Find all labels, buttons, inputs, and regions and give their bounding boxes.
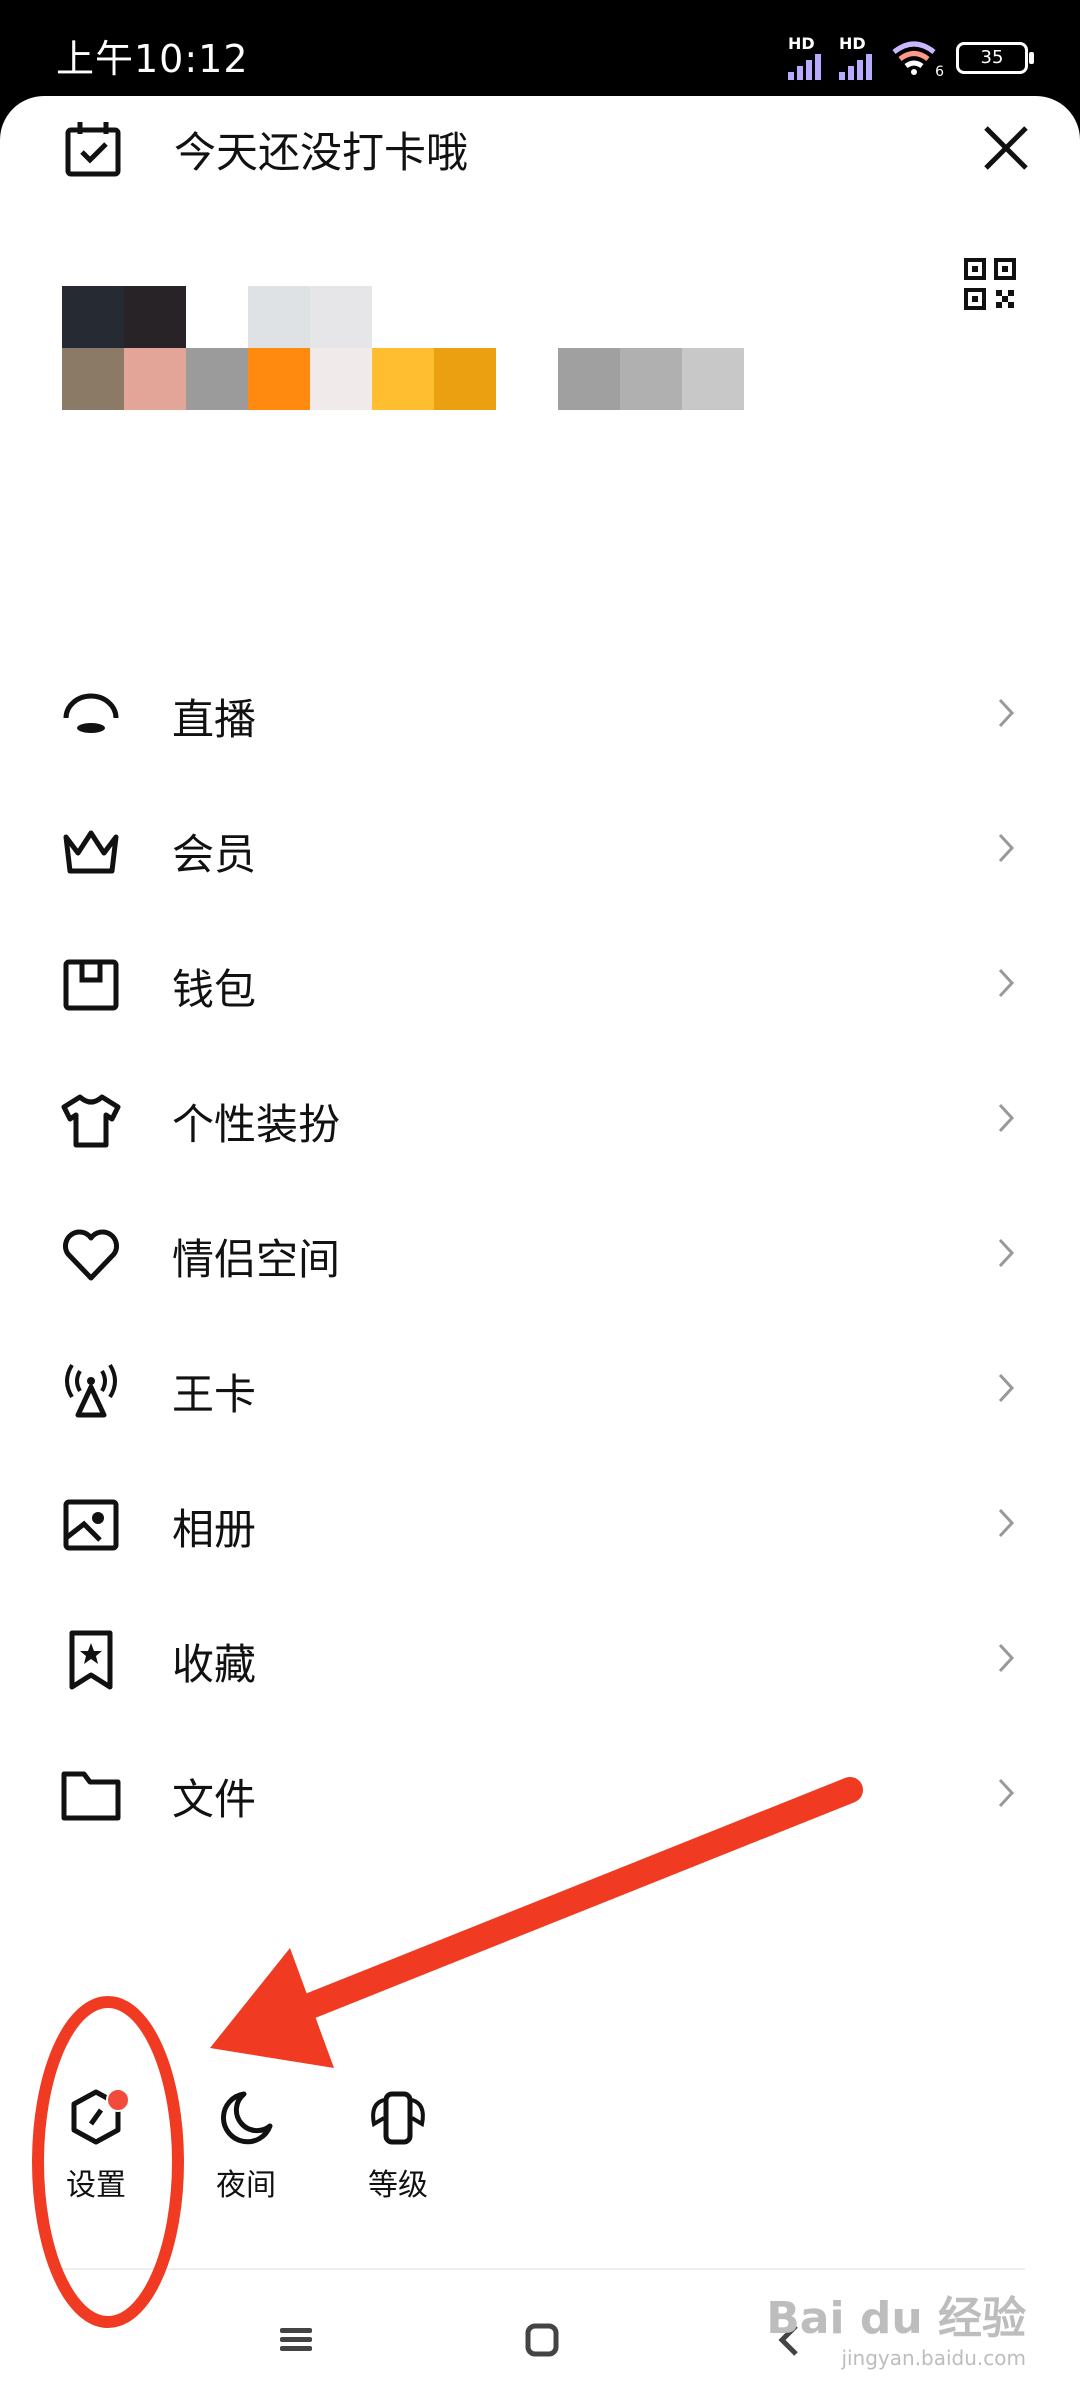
level-label: 等级: [368, 2168, 428, 2203]
wifi-icon: 6: [890, 40, 944, 80]
settings-label: 设置: [66, 2168, 126, 2203]
menu-item-wallet[interactable]: 钱包: [0, 916, 1080, 1051]
watermark-brand: Bai du 经验: [766, 2293, 1026, 2344]
menu-icon[interactable]: [278, 2322, 314, 2358]
menu-label: 文件: [172, 1775, 257, 1824]
drawer-bottom-bar: 设置 夜间 等级: [0, 2086, 1080, 2236]
wallet-icon: [63, 959, 119, 1011]
status-time: 上午10:12: [56, 37, 249, 81]
bookmark-star-icon: [69, 1630, 113, 1690]
divider: [55, 2268, 1025, 2270]
menu-label: 王卡: [172, 1370, 257, 1419]
menu-label: 收藏: [172, 1640, 257, 1689]
battery-icon: 35: [956, 42, 1034, 74]
live-icon: [63, 693, 119, 733]
chevron-right-icon: [998, 1778, 1015, 1808]
crown-icon: [63, 830, 119, 874]
menu-label: 钱包: [172, 965, 257, 1014]
qr-code-icon[interactable]: [964, 258, 1016, 310]
menu-item-album[interactable]: 相册: [0, 1456, 1080, 1591]
chevron-right-icon: [998, 1373, 1015, 1403]
menu-item-vip[interactable]: 会员: [0, 781, 1080, 916]
antenna-icon: [65, 1363, 117, 1418]
heart-icon: [63, 1229, 119, 1281]
notification-dot: [106, 2088, 130, 2112]
menu-item-files[interactable]: 文件: [0, 1726, 1080, 1861]
hd-label: HD: [839, 34, 866, 53]
tshirt-icon: [61, 1094, 121, 1148]
menu-label: 情侣空间: [172, 1235, 341, 1284]
menu-item-king-card[interactable]: 王卡: [0, 1321, 1080, 1456]
night-label: 夜间: [216, 2168, 276, 2203]
chevron-right-icon: [998, 1643, 1015, 1673]
chevron-right-icon: [998, 1238, 1015, 1268]
photo-icon: [63, 1499, 119, 1551]
signal-icon: HD: [839, 36, 872, 80]
level-button[interactable]: 等级: [348, 2086, 448, 2204]
status-bar: 上午10:12 HD HD 6 35: [0, 0, 1080, 96]
settings-button[interactable]: 设置: [46, 2086, 146, 2204]
chevron-right-icon: [998, 833, 1015, 863]
chevron-right-icon: [998, 968, 1015, 998]
menu-item-favorites[interactable]: 收藏: [0, 1591, 1080, 1726]
hd-label: HD: [788, 34, 815, 53]
home-icon[interactable]: [524, 2322, 560, 2358]
chevron-right-icon: [998, 1508, 1015, 1538]
watermark-url: jingyan.baidu.com: [841, 2346, 1026, 2370]
drawer-menu: 直播 会员 钱包 个性装扮 情侣空间 王卡 相册 收藏 文件: [0, 646, 1080, 1861]
chevron-right-icon: [998, 1103, 1015, 1133]
wifi-gen-label: 6: [935, 64, 944, 80]
menu-label: 个性装扮: [172, 1100, 341, 1149]
checkin-row[interactable]: 今天还没打卡哦: [62, 118, 468, 180]
menu-item-decoration[interactable]: 个性装扮: [0, 1051, 1080, 1186]
menu-label: 相册: [172, 1505, 257, 1554]
moon-icon: [221, 2091, 273, 2145]
status-icons: HD HD 6 35: [788, 36, 1034, 80]
folder-icon: [61, 1771, 121, 1821]
night-mode-button[interactable]: 夜间: [196, 2086, 296, 2204]
chevron-right-icon: [998, 698, 1015, 728]
calendar-check-icon: [65, 122, 121, 177]
baidu-jingyan-watermark: Bai du 经验 jingyan.baidu.com: [766, 2282, 1026, 2370]
close-icon[interactable]: [976, 118, 1036, 178]
menu-label: 直播: [172, 695, 257, 744]
checkin-text: 今天还没打卡哦: [174, 127, 469, 177]
menu-item-live[interactable]: 直播: [0, 646, 1080, 781]
level-badge-icon: [371, 2091, 425, 2145]
battery-level: 35: [980, 47, 1004, 68]
side-drawer: 今天还没打卡哦 直播 会员 钱包 个性装扮 情侣空间 王卡 相册 收藏 文件 设…: [0, 96, 1080, 2400]
signal-icon: HD: [788, 36, 821, 80]
menu-item-couple[interactable]: 情侣空间: [0, 1186, 1080, 1321]
menu-label: 会员: [172, 830, 257, 879]
